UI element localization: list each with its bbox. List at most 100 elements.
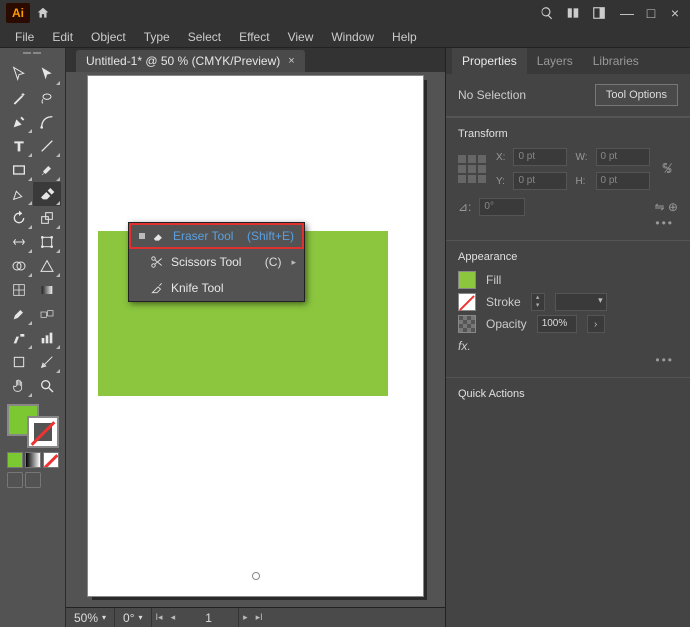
eyedropper-tool[interactable] — [5, 302, 33, 326]
stroke-swatch[interactable] — [27, 416, 59, 448]
selection-tool[interactable] — [5, 62, 33, 86]
active-indicator-icon — [139, 233, 145, 239]
first-artboard-button[interactable]: I◂ — [152, 612, 167, 623]
flyout-item-scissors[interactable]: Scissors Tool (C) ▸ — [129, 249, 304, 275]
more-options-icon[interactable]: ••• — [458, 216, 678, 230]
zoom-level[interactable]: 50%▾ — [66, 608, 115, 627]
fill-label: Fill — [486, 273, 501, 287]
workspace-icon[interactable] — [586, 0, 612, 26]
none-mode-button[interactable] — [43, 452, 59, 468]
direct-selection-tool[interactable] — [33, 62, 61, 86]
stroke-weight-dropdown[interactable] — [555, 293, 607, 311]
pen-tool[interactable] — [5, 110, 33, 134]
close-window-button[interactable]: × — [666, 4, 684, 22]
free-transform-tool[interactable] — [33, 230, 61, 254]
fill-stroke-swatch[interactable] — [7, 404, 59, 448]
width-tool[interactable] — [5, 230, 33, 254]
reference-point-picker[interactable] — [458, 155, 486, 183]
menu-file[interactable]: File — [6, 26, 43, 48]
zoom-tool[interactable] — [33, 374, 61, 398]
page-indicator-icon — [252, 572, 260, 580]
lasso-tool[interactable] — [33, 86, 61, 110]
tab-libraries[interactable]: Libraries — [583, 48, 649, 74]
opacity-field[interactable]: 100% — [537, 315, 577, 333]
artboard[interactable] — [88, 76, 423, 596]
draw-normal-button[interactable] — [7, 472, 23, 488]
menu-object[interactable]: Object — [82, 26, 135, 48]
arrange-documents-icon[interactable] — [560, 0, 586, 26]
canvas[interactable]: Eraser Tool (Shift+E) Scissors Tool (C) … — [66, 72, 445, 607]
y-label: Y: — [496, 176, 505, 187]
more-options-icon[interactable]: ••• — [458, 353, 678, 367]
tearoff-icon[interactable]: ▸ — [291, 257, 296, 268]
menu-window[interactable]: Window — [322, 26, 383, 48]
menu-edit[interactable]: Edit — [43, 26, 82, 48]
section-title: Quick Actions — [458, 388, 678, 400]
flip-buttons[interactable]: ⇋ ⊕ — [655, 200, 678, 214]
flyout-item-eraser[interactable]: Eraser Tool (Shift+E) — [129, 223, 304, 249]
section-title: Appearance — [458, 251, 678, 263]
eraser-tool[interactable] — [33, 182, 61, 206]
perspective-grid-tool[interactable] — [33, 254, 61, 278]
home-icon[interactable] — [30, 0, 56, 26]
fx-label[interactable]: fx. — [458, 339, 678, 353]
minimize-button[interactable]: — — [618, 4, 636, 22]
link-wh-icon[interactable] — [660, 161, 676, 177]
fill-swatch[interactable] — [458, 271, 476, 289]
y-field[interactable]: 0 pt — [513, 172, 567, 190]
slice-tool[interactable] — [33, 350, 61, 374]
rotation-value[interactable]: 0°▾ — [115, 608, 152, 627]
gradient-tool[interactable] — [33, 278, 61, 302]
close-tab-button[interactable]: × — [288, 50, 294, 72]
h-field[interactable]: 0 pt — [596, 172, 650, 190]
line-segment-tool[interactable] — [33, 134, 61, 158]
next-artboard-button[interactable]: ▸ — [239, 612, 252, 623]
hand-tool[interactable] — [5, 374, 33, 398]
document-tabs: Untitled-1* @ 50 % (CMYK/Preview) × — [66, 48, 445, 72]
flyout-item-knife[interactable]: Knife Tool — [129, 275, 304, 301]
app-logo: Ai — [6, 3, 30, 23]
w-field[interactable]: 0 pt — [596, 148, 650, 166]
stroke-weight-stepper[interactable]: ▴▾ — [531, 293, 545, 311]
x-field[interactable]: 0 pt — [513, 148, 567, 166]
menu-help[interactable]: Help — [383, 26, 426, 48]
menu-select[interactable]: Select — [179, 26, 230, 48]
gradient-mode-button[interactable] — [25, 452, 41, 468]
menu-type[interactable]: Type — [135, 26, 179, 48]
symbol-sprayer-tool[interactable] — [5, 326, 33, 350]
shape-builder-tool[interactable] — [5, 254, 33, 278]
w-label: W: — [575, 152, 587, 163]
prev-artboard-button[interactable]: ◂ — [167, 612, 180, 623]
stroke-swatch[interactable] — [458, 293, 476, 311]
shaper-tool[interactable] — [5, 182, 33, 206]
maximize-button[interactable]: □ — [642, 4, 660, 22]
tab-layers[interactable]: Layers — [527, 48, 583, 74]
blend-tool[interactable] — [33, 302, 61, 326]
type-tool[interactable] — [5, 134, 33, 158]
artboard-tool[interactable] — [5, 350, 33, 374]
last-artboard-button[interactable]: ▸I — [252, 612, 267, 623]
magic-wand-tool[interactable] — [5, 86, 33, 110]
search-icon[interactable] — [534, 0, 560, 26]
flyout-shortcut: (C) — [265, 255, 282, 269]
opacity-popup-button[interactable]: › — [587, 315, 605, 333]
document-tab[interactable]: Untitled-1* @ 50 % (CMYK/Preview) × — [76, 50, 305, 72]
color-mode-button[interactable] — [7, 452, 23, 468]
menu-effect[interactable]: Effect — [230, 26, 278, 48]
draw-behind-button[interactable] — [25, 472, 41, 488]
scale-tool[interactable] — [33, 206, 61, 230]
tab-properties[interactable]: Properties — [452, 48, 527, 74]
rotate-field[interactable]: 0° — [479, 198, 525, 216]
curvature-tool[interactable] — [33, 110, 61, 134]
window-controls: — □ × — [612, 4, 684, 22]
menu-view[interactable]: View — [279, 26, 323, 48]
column-graph-tool[interactable] — [33, 326, 61, 350]
artboard-number[interactable]: 1 — [179, 608, 239, 627]
scissors-icon — [149, 255, 165, 269]
tool-options-button[interactable]: Tool Options — [595, 84, 678, 106]
rectangle-tool[interactable] — [5, 158, 33, 182]
rotate-tool[interactable] — [5, 206, 33, 230]
paintbrush-tool[interactable] — [33, 158, 61, 182]
mesh-tool[interactable] — [5, 278, 33, 302]
flyout-label: Knife Tool — [171, 281, 296, 295]
